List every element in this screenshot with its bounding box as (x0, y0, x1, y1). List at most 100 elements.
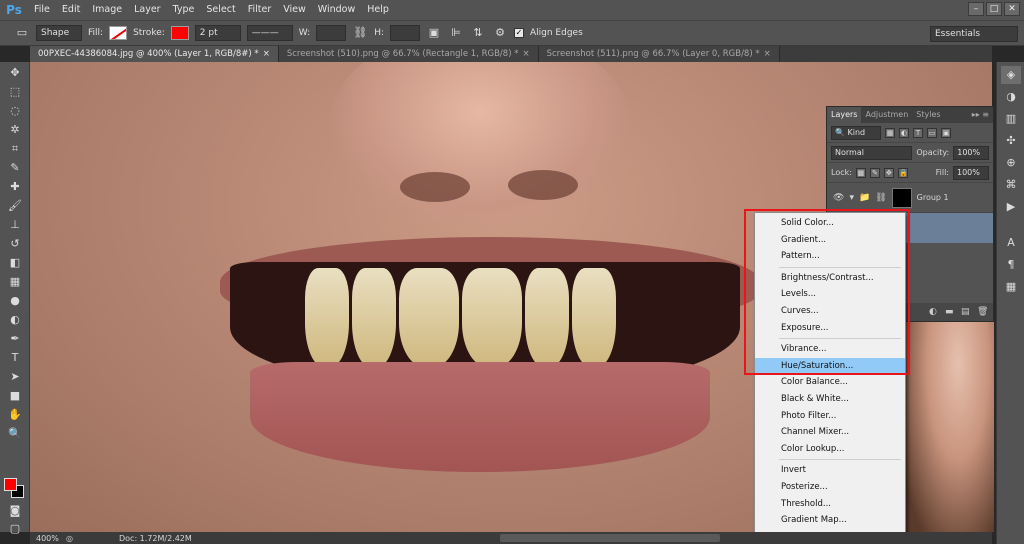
layer-group-row[interactable]: 👁 ▾ 📁 ⛓ Group 1 (827, 183, 993, 213)
close-button[interactable]: ✕ (1004, 2, 1020, 16)
menu-layer[interactable]: Layer (128, 0, 167, 20)
lock-all-icon[interactable]: 🔒 (897, 167, 908, 178)
menu-item-threshold[interactable]: Threshold... (755, 496, 905, 513)
paths-panel-icon[interactable]: ✣ (1001, 132, 1021, 150)
magic-wand-tool-icon[interactable]: ✲ (4, 121, 26, 138)
document-tab-1[interactable]: 00PXEC-44386084.jpg @ 400% (Layer 1, RGB… (30, 46, 279, 62)
menu-select[interactable]: Select (200, 0, 241, 20)
foreground-color-swatch[interactable] (4, 478, 17, 491)
menu-item-brightness-contrast[interactable]: Brightness/Contrast... (755, 270, 905, 287)
zoom-tool-icon[interactable]: 🔍 (4, 425, 26, 442)
layers-panel-icon[interactable]: ◈ (1001, 66, 1021, 84)
menu-item-pattern[interactable]: Pattern... (755, 248, 905, 265)
filter-smart-object-icon[interactable]: ▣ (941, 127, 951, 138)
filter-type-icon[interactable]: T (913, 127, 923, 138)
tab-adjustments[interactable]: Adjustmen (861, 107, 912, 123)
new-group-icon[interactable]: ▬ (945, 307, 955, 317)
tab-close-icon[interactable]: × (263, 49, 270, 59)
menu-image[interactable]: Image (86, 0, 128, 20)
brush-tool-icon[interactable]: 🖌 (4, 197, 26, 214)
blend-mode-select[interactable]: Normal (831, 145, 913, 160)
visibility-eye-icon[interactable]: 👁 (833, 193, 844, 203)
menu-item-solid-color[interactable]: Solid Color... (755, 215, 905, 232)
quick-mask-icon[interactable]: ◙ (4, 502, 26, 519)
menu-item-posterize[interactable]: Posterize... (755, 479, 905, 496)
menu-item-vibrance[interactable]: Vibrance... (755, 341, 905, 358)
menu-item-gradient[interactable]: Gradient... (755, 232, 905, 249)
new-adjustment-layer-icon[interactable]: ◐ (929, 307, 939, 317)
filter-adjustment-icon[interactable]: ◐ (899, 127, 909, 138)
paragraph-panel-icon[interactable]: ¶ (1001, 256, 1021, 274)
menu-item-exposure[interactable]: Exposure... (755, 320, 905, 337)
path-operations-icon[interactable]: ▣ (426, 25, 442, 41)
align-edges-checkbox[interactable]: ✓ (514, 28, 524, 38)
filter-shape-icon[interactable]: ▭ (927, 127, 937, 138)
eraser-tool-icon[interactable]: ◧ (4, 254, 26, 271)
tool-mode-select[interactable]: Shape (36, 25, 82, 41)
adjustments-panel-icon[interactable]: ◑ (1001, 88, 1021, 106)
menu-filter[interactable]: Filter (242, 0, 278, 20)
menu-item-hue-saturation[interactable]: Hue/Saturation... (755, 357, 905, 375)
menu-view[interactable]: View (277, 0, 312, 20)
stroke-type-select[interactable]: ——— (246, 25, 293, 41)
screen-mode-icon[interactable]: ▢ (4, 520, 26, 537)
document-tab-3[interactable]: Screenshot (511).png @ 66.7% (Layer 0, R… (538, 46, 780, 62)
opacity-field[interactable]: 100% (953, 145, 989, 160)
blur-tool-icon[interactable]: ● (4, 292, 26, 309)
menu-item-color-lookup[interactable]: Color Lookup... (755, 441, 905, 458)
path-alignment-icon[interactable]: ⊫ (448, 25, 464, 41)
channels-panel-icon[interactable]: ⊕ (1001, 154, 1021, 172)
new-layer-icon[interactable]: ▤ (961, 307, 971, 317)
status-info-icon[interactable]: ◎ (66, 534, 73, 543)
lasso-tool-icon[interactable]: ◌ (4, 102, 26, 119)
menu-item-black-white[interactable]: Black & White... (755, 391, 905, 408)
healing-tool-icon[interactable]: ✚ (4, 178, 26, 195)
marquee-tool-icon[interactable]: ⬚ (4, 83, 26, 100)
history-brush-tool-icon[interactable]: ↺ (4, 235, 26, 252)
history-panel-icon[interactable]: ⌘ (1001, 176, 1021, 194)
pen-tool-icon[interactable]: ✒ (4, 330, 26, 347)
tab-close-icon[interactable]: × (522, 49, 529, 59)
path-selection-tool-icon[interactable]: ➤ (4, 368, 26, 385)
menu-item-invert[interactable]: Invert (755, 462, 905, 479)
document-tab-2[interactable]: Screenshot (510).png @ 66.7% (Rectangle … (278, 46, 539, 62)
type-tool-icon[interactable]: T (4, 349, 26, 366)
menu-help[interactable]: Help (361, 0, 395, 20)
actions-panel-icon[interactable]: ▶ (1001, 198, 1021, 216)
panel-menu-icon[interactable]: ▸▸ ≡ (968, 107, 993, 123)
menu-item-gradient-map[interactable]: Gradient Map... (755, 512, 905, 529)
gradient-tool-icon[interactable]: ▦ (4, 273, 26, 290)
path-arrangement-icon[interactable]: ⇅ (470, 25, 486, 41)
rectangle-tool-icon[interactable]: ■ (4, 387, 26, 404)
character-panel-icon[interactable]: A (1001, 234, 1021, 252)
lock-transparency-icon[interactable]: ▩ (855, 167, 866, 178)
kind-filter-select[interactable]: 🔍 Kind (831, 125, 881, 140)
lock-position-icon[interactable]: ✥ (883, 167, 894, 178)
stroke-swatch[interactable] (170, 26, 189, 40)
dodge-tool-icon[interactable]: ◐ (4, 311, 26, 328)
menu-item-levels[interactable]: Levels... (755, 286, 905, 303)
maximize-button[interactable]: □ (986, 2, 1002, 16)
menu-item-color-balance[interactable]: Color Balance... (755, 374, 905, 391)
minimize-button[interactable]: – (968, 2, 984, 16)
workspace-select[interactable]: Essentials (930, 26, 1018, 42)
zoom-level[interactable]: 400% (30, 534, 66, 543)
lock-image-icon[interactable]: ✎ (869, 167, 880, 178)
rectangle-tool-preset-icon[interactable]: ▭ (14, 25, 30, 41)
width-field[interactable] (316, 25, 347, 41)
tab-layers[interactable]: Layers (827, 107, 862, 123)
fill-field[interactable]: 100% (953, 165, 989, 180)
filter-pixel-icon[interactable]: ▦ (885, 127, 895, 138)
swatches-panel-icon[interactable]: ▦ (1001, 278, 1021, 296)
move-tool-icon[interactable]: ✥ (4, 64, 26, 81)
clone-stamp-tool-icon[interactable]: ⊥ (4, 216, 26, 233)
horizontal-scrollbar[interactable] (500, 534, 720, 542)
crop-tool-icon[interactable]: ⌗ (4, 140, 26, 157)
eyedropper-tool-icon[interactable]: ✎ (4, 159, 26, 176)
menu-window[interactable]: Window (312, 0, 361, 20)
styles-panel-icon[interactable]: ▥ (1001, 110, 1021, 128)
fill-swatch[interactable] (109, 26, 128, 40)
trash-icon[interactable]: 🗑 (977, 307, 988, 317)
hand-tool-icon[interactable]: ✋ (4, 406, 26, 423)
stroke-width-field[interactable]: 2 pt (194, 25, 241, 41)
